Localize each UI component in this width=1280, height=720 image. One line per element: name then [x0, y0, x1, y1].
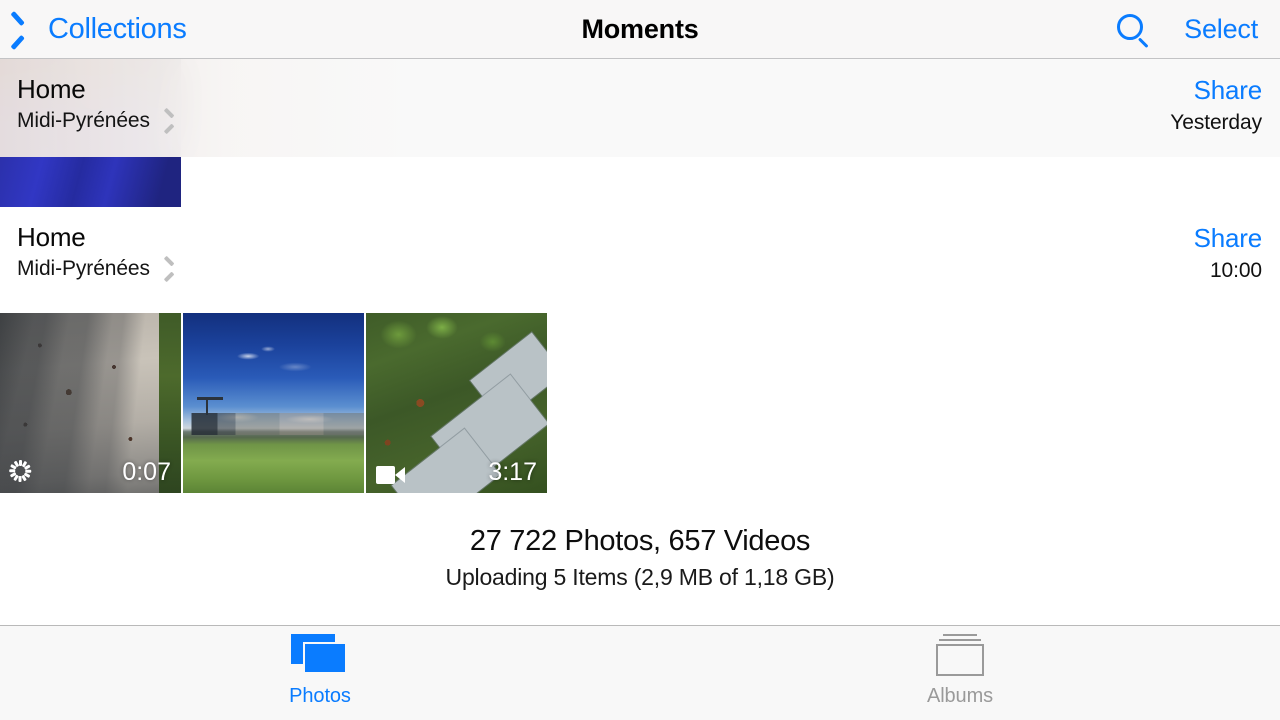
photos-icon	[291, 634, 349, 676]
thumbnail-grid: 0:07 3:17	[0, 313, 1280, 493]
chevron-left-icon	[20, 14, 38, 44]
tab-bar: Photos Albums	[0, 625, 1280, 720]
thumbnail-duration: 3:17	[488, 458, 537, 486]
moment-header-pinned: Home Midi-Pyrénées Share Yesterday	[0, 59, 1280, 157]
library-summary: 27 722 Photos, 657 Videos Uploading 5 It…	[0, 524, 1280, 591]
share-button[interactable]: Share	[1194, 223, 1263, 253]
albums-icon-line-top	[943, 634, 977, 636]
thumbnail-duration: 0:07	[122, 458, 171, 486]
photo-thumbnail[interactable]	[183, 313, 364, 493]
select-button[interactable]: Select	[1184, 14, 1258, 45]
moment-subtitle-row: Midi-Pyrénées	[17, 109, 175, 133]
tab-photos-label: Photos	[289, 685, 351, 707]
video-icon-body	[376, 466, 395, 484]
moment-title: Home	[17, 74, 86, 104]
moment-header: Home Midi-Pyrénées Share 10:00	[0, 207, 1280, 305]
moment-timestamp: 10:00	[1209, 259, 1262, 282]
moment-header-location[interactable]: Home Midi-Pyrénées	[17, 222, 175, 281]
moment-timestamp: Yesterday	[1170, 111, 1262, 134]
albums-icon-line-middle	[939, 639, 981, 641]
moments-scroll-area[interactable]: Home Midi-Pyrénées Share Yesterday Home	[0, 59, 1280, 625]
page-title: Moments	[581, 14, 699, 44]
search-icon-handle	[1138, 36, 1149, 48]
thumbnail-detail	[183, 413, 364, 435]
moment-header-actions: Share 10:00	[1194, 223, 1263, 283]
upload-status: Uploading 5 Items (2,9 MB of 1,18 GB)	[445, 564, 835, 590]
moment-section: Home Midi-Pyrénées Share 10:00 0:07 3:17	[0, 207, 1280, 493]
moment-subtitle: Midi-Pyrénées	[17, 109, 150, 132]
video-icon	[376, 465, 406, 485]
photos-app-screen: Collections Moments Select Home Midi-Pyr…	[0, 0, 1280, 720]
moment-header-location[interactable]: Home Midi-Pyrénées	[17, 74, 175, 133]
navigation-bar-actions: Select	[1114, 0, 1258, 59]
photo-thumbnail[interactable]: 0:07	[0, 313, 181, 493]
thumbnail-detail	[183, 313, 364, 493]
search-icon-lens	[1117, 13, 1144, 40]
back-button-label: Collections	[48, 12, 187, 45]
moment-subtitle-row: Midi-Pyrénées	[17, 257, 175, 281]
tab-albums-label: Albums	[926, 685, 994, 707]
video-thumbnail[interactable]: 3:17	[366, 313, 547, 493]
share-button[interactable]: Share	[1170, 75, 1263, 105]
video-icon-lens	[395, 467, 405, 483]
moment-title: Home	[17, 222, 86, 252]
thumbnail-detail	[197, 397, 223, 415]
back-button[interactable]: Collections	[20, 14, 187, 44]
burst-icon-ray	[9, 469, 16, 473]
moment-header: Home Midi-Pyrénées Share Yesterday	[0, 59, 1280, 157]
moment-subtitle: Midi-Pyrénées	[17, 257, 150, 280]
search-icon[interactable]	[1114, 10, 1154, 50]
burst-icon	[8, 459, 32, 483]
albums-icon-box	[936, 644, 984, 676]
albums-icon	[931, 634, 989, 676]
library-counts: 27 722 Photos, 657 Videos	[469, 525, 811, 557]
tab-albums[interactable]: Albums	[640, 626, 1280, 720]
burst-icon-ray	[25, 469, 32, 473]
tab-photos[interactable]: Photos	[0, 626, 640, 720]
photos-icon-front-card	[303, 642, 347, 674]
burst-icon-ray	[19, 476, 22, 482]
chevron-right-icon[interactable]	[162, 111, 175, 131]
navigation-bar: Collections Moments Select	[0, 0, 1280, 59]
moment-header-actions: Share Yesterday	[1170, 75, 1262, 135]
chevron-right-icon[interactable]	[162, 259, 175, 279]
